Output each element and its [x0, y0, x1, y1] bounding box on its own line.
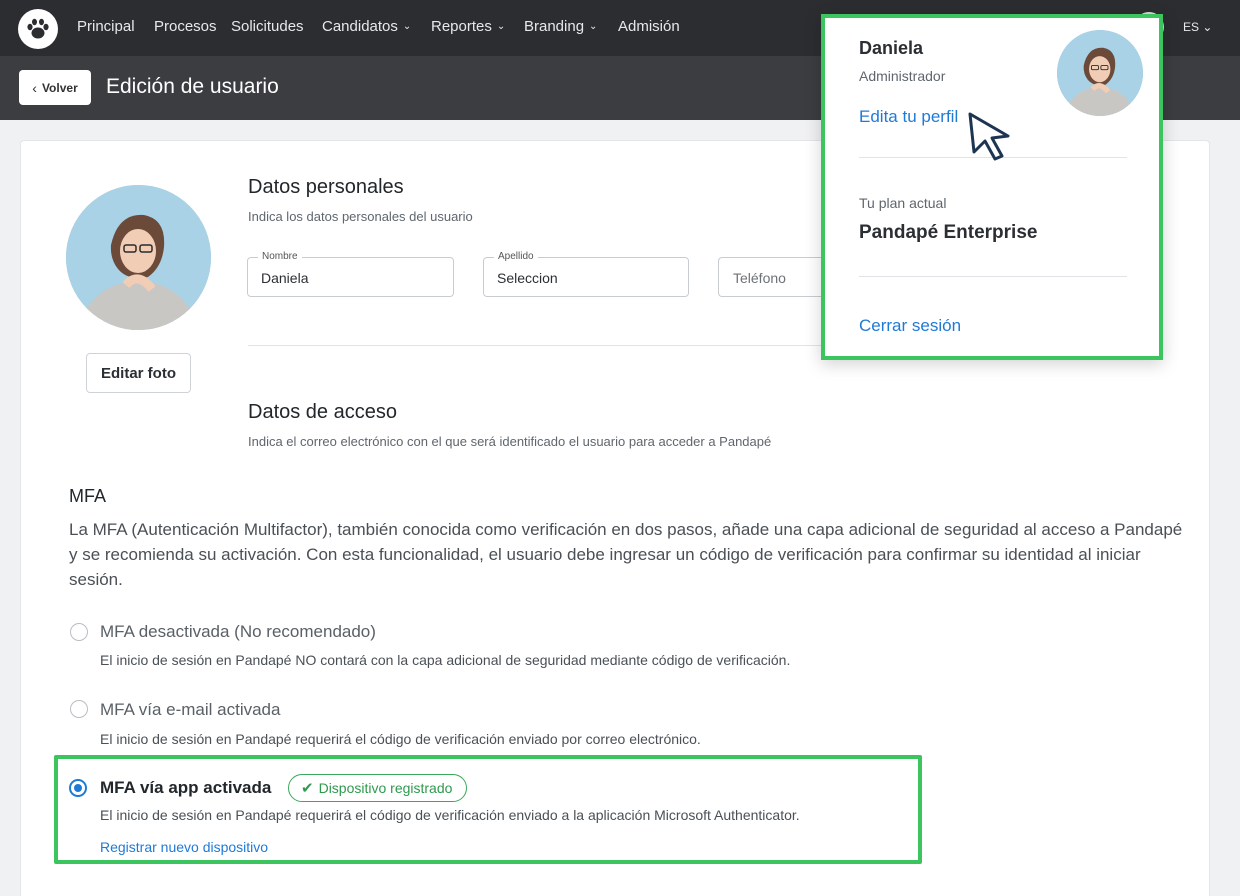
- mfa-disabled-radio[interactable]: [70, 623, 88, 641]
- section-divider: [248, 345, 828, 346]
- personal-data-title: Datos personales: [248, 176, 404, 198]
- pandape-logo-icon[interactable]: [18, 9, 58, 49]
- dropdown-divider: [859, 276, 1127, 277]
- access-data-title: Datos de acceso: [248, 401, 397, 423]
- chevron-down-icon: ⌄: [589, 21, 598, 32]
- user-dropdown-menu: Daniela Administrador Edita tu perfil Tu…: [821, 14, 1163, 360]
- edit-profile-link[interactable]: Edita tu perfil: [859, 107, 958, 127]
- chevron-down-icon: ⌄: [402, 21, 412, 32]
- nombre-field[interactable]: Nombre Daniela: [247, 251, 454, 297]
- nombre-label: Nombre: [258, 251, 302, 262]
- mfa-disabled-description: El inicio de sesión en Pandapé NO contar…: [100, 652, 791, 668]
- nav-item-solicitudes[interactable]: Solicitudes: [231, 18, 304, 35]
- telefono-field[interactable]: Teléfono: [718, 257, 828, 297]
- edit-photo-button[interactable]: Editar foto: [86, 353, 191, 393]
- back-button[interactable]: ‹ Volver: [19, 70, 91, 105]
- dropdown-user-role: Administrador: [859, 68, 946, 84]
- nav-item-procesos[interactable]: Procesos: [154, 18, 217, 35]
- nav-item-candidatos[interactable]: Candidatos ⌄: [322, 18, 411, 35]
- apellido-value: Seleccion: [497, 270, 558, 286]
- nav-item-branding[interactable]: Branding ⌄: [524, 18, 597, 35]
- nav-item-principal[interactable]: Principal: [77, 18, 135, 35]
- user-portrait-icon: [1057, 30, 1143, 116]
- apellido-label: Apellido: [494, 251, 538, 262]
- back-button-label: Volver: [41, 80, 78, 95]
- user-portrait-icon: [66, 185, 211, 330]
- apellido-field[interactable]: Apellido Seleccion: [483, 251, 689, 297]
- telefono-placeholder: Teléfono: [733, 270, 786, 286]
- nav-item-reportes[interactable]: Reportes ⌄: [431, 18, 505, 35]
- language-selector[interactable]: ES ⌄: [1183, 20, 1212, 34]
- mfa-email-label[interactable]: MFA vía e-mail activada: [100, 700, 280, 720]
- user-photo: [66, 185, 211, 330]
- mfa-title: MFA: [69, 486, 107, 506]
- mfa-email-description: El inicio de sesión en Pandapé requerirá…: [100, 731, 701, 747]
- page-title: Edición de usuario: [106, 75, 279, 98]
- plan-label: Tu plan actual: [859, 195, 947, 211]
- dropdown-user-name: Daniela: [859, 38, 924, 58]
- dropdown-avatar: [1057, 30, 1143, 116]
- mfa-disabled-label[interactable]: MFA desactivada (No recomendado): [100, 622, 376, 642]
- nav-item-admision[interactable]: Admisión: [618, 18, 680, 35]
- logout-link[interactable]: Cerrar sesión: [859, 316, 961, 336]
- chevron-left-icon: ‹: [32, 79, 37, 96]
- plan-name: Pandapé Enterprise: [859, 222, 1038, 243]
- mfa-description: La MFA (Autenticación Multifactor), tamb…: [69, 520, 1183, 589]
- access-data-subtitle: Indica el correo electrónico con el que …: [248, 434, 772, 449]
- highlight-box: [54, 755, 922, 864]
- chevron-down-icon: ⌄: [496, 21, 506, 32]
- nombre-value: Daniela: [261, 270, 309, 286]
- mouse-pointer-icon: [968, 112, 1010, 161]
- personal-data-subtitle: Indica los datos personales del usuario: [248, 209, 473, 224]
- mfa-email-radio[interactable]: [70, 700, 88, 718]
- chevron-down-icon: ⌄: [1202, 20, 1213, 34]
